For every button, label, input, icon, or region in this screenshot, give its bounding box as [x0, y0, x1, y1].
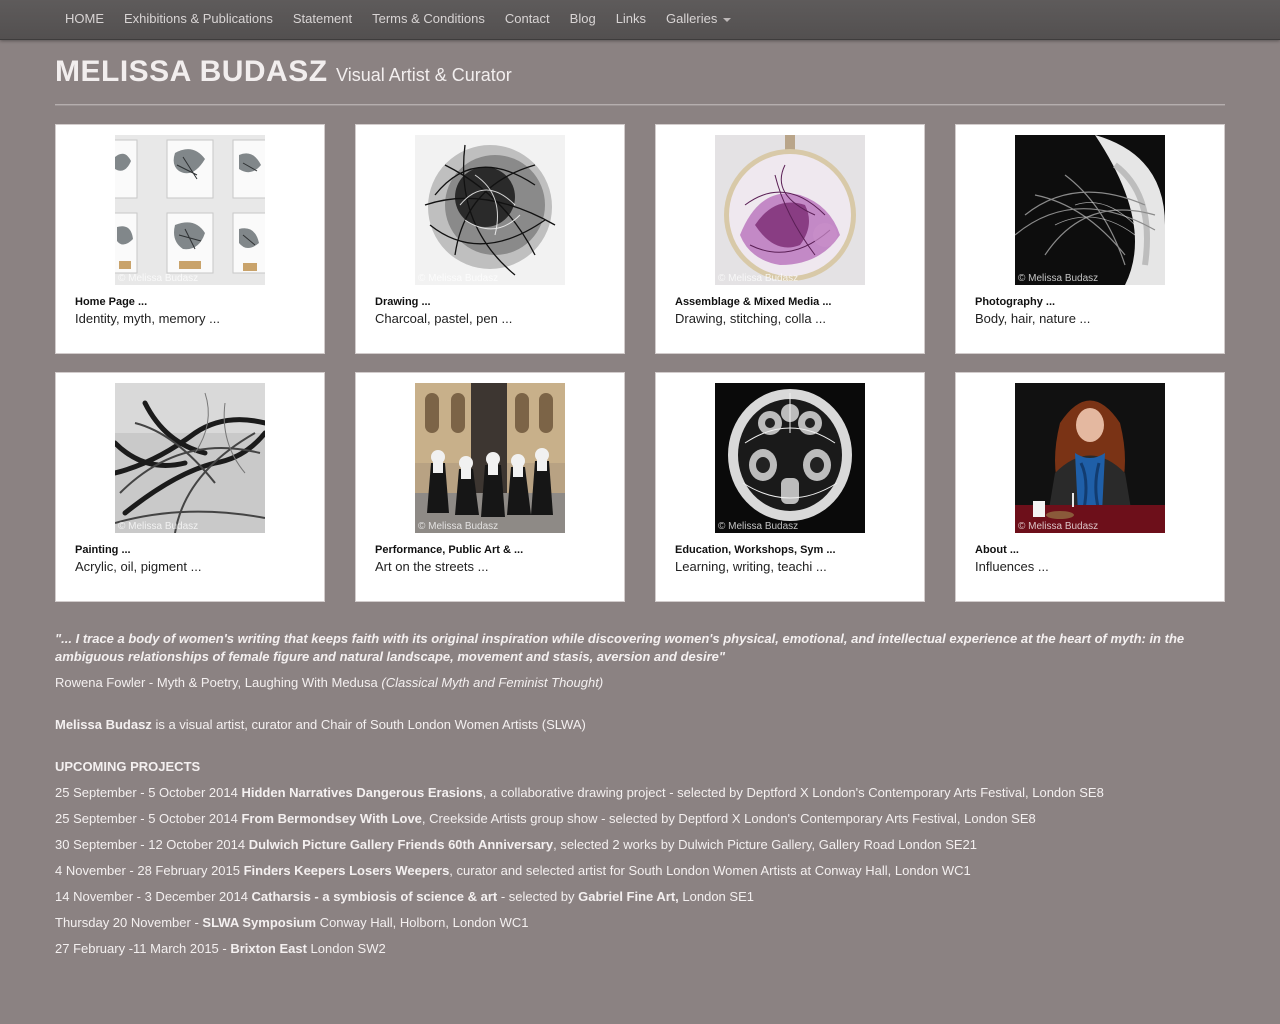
top-navbar: HOME Exhibitions & Publications Statemen…	[0, 0, 1280, 40]
site-name[interactable]: MELISSA BUDASZ	[55, 55, 328, 88]
card-subtitle: Influences ...	[975, 559, 1049, 574]
card-title[interactable]: Photography ...	[975, 296, 1055, 308]
nav-galleries-dropdown[interactable]: Galleries	[656, 0, 741, 40]
nav-menu: HOME Exhibitions & Publications Statemen…	[55, 0, 741, 40]
gallery-card-painting[interactable]: © Melissa Budasz Painting ... Acrylic, o…	[55, 372, 325, 602]
project-item: 14 November - 3 December 2014 Catharsis …	[55, 889, 1225, 904]
project-title: SLWA Symposium	[202, 915, 317, 930]
quote-attribution: Rowena Fowler - Myth & Poetry, Laughing …	[55, 675, 1225, 690]
project-detail: London SW2	[306, 941, 386, 956]
caret-down-icon	[723, 17, 732, 22]
nav-links[interactable]: Links	[606, 0, 656, 40]
project-title: Brixton East	[230, 941, 307, 956]
project-item: 25 September - 5 October 2014 Hidden Nar…	[55, 785, 1225, 800]
thumbnail-watermark: © Melissa Budasz	[1018, 273, 1099, 284]
nav-home[interactable]: HOME	[55, 0, 114, 40]
header-divider	[55, 104, 1225, 106]
project-detail: , a collaborative drawing project - sele…	[482, 785, 1104, 800]
card-title[interactable]: Education, Workshops, Sym ...	[675, 544, 836, 556]
nav-blog[interactable]: Blog	[560, 0, 606, 40]
card-subtitle: Identity, myth, memory ...	[75, 311, 220, 326]
thumbnail-watermark: © Melissa Budasz	[418, 273, 499, 284]
card-subtitle: Acrylic, oil, pigment ...	[75, 559, 202, 574]
project-title: Catharsis - a symbiosis of science & art	[251, 889, 498, 904]
gallery-card-drawing[interactable]: © Melissa Budasz Drawing ... Charcoal, p…	[355, 124, 625, 354]
thumbnail-image[interactable]: © Melissa Budasz	[415, 135, 565, 285]
nav-terms-conditions[interactable]: Terms & Conditions	[362, 0, 495, 40]
gallery-card-photography[interactable]: © Melissa Budasz Photography ... Body, h…	[955, 124, 1225, 354]
project-detail: , curator and selected artist for South …	[449, 863, 971, 878]
project-date: 30 September - 12 October 2014	[55, 837, 249, 852]
card-title[interactable]: Painting ...	[75, 544, 131, 556]
attribution-source: (Classical Myth and Feminist Thought)	[381, 675, 604, 690]
card-title[interactable]: Home Page ...	[75, 296, 147, 308]
thumbnail-image[interactable]: © Melissa Budasz	[115, 135, 265, 285]
site-tagline: Visual Artist & Curator	[336, 65, 512, 85]
project-item: 4 November - 28 February 2015 Finders Ke…	[55, 863, 1225, 878]
bio-name: Melissa Budasz	[55, 717, 152, 732]
attribution-text: Rowena Fowler - Myth & Poetry, Laughing …	[55, 675, 382, 690]
thumbnail-watermark: © Melissa Budasz	[118, 521, 199, 532]
gallery-card-education-workshops[interactable]: © Melissa Budasz Education, Workshops, S…	[655, 372, 925, 602]
thumbnail-watermark: © Melissa Budasz	[118, 273, 199, 284]
project-title: Finders Keepers Losers Weepers	[243, 863, 450, 878]
project-item: 30 September - 12 October 2014 Dulwich P…	[55, 837, 1225, 852]
gallery-card-assemblage-mixed-media[interactable]: © Melissa Budasz Assemblage & Mixed Medi…	[655, 124, 925, 354]
thumbnail-watermark: © Melissa Budasz	[718, 273, 799, 284]
bio-text: is a visual artist, curator and Chair of…	[151, 717, 586, 732]
card-title[interactable]: Performance, Public Art & ...	[375, 544, 523, 556]
gallery-card-about[interactable]: © Melissa Budasz About ... Influences ..…	[955, 372, 1225, 602]
project-item: Thursday 20 November - SLWA Symposium Co…	[55, 915, 1225, 930]
thumbnail-image[interactable]: © Melissa Budasz	[115, 383, 265, 533]
project-title: Dulwich Picture Gallery Friends 60th Ann…	[248, 837, 554, 852]
project-detail: Conway Hall, Holborn, London WC1	[316, 915, 529, 930]
project-detail: , selected 2 works by Dulwich Picture Ga…	[553, 837, 977, 852]
nav-exhibitions-publications[interactable]: Exhibitions & Publications	[114, 0, 283, 40]
thumbnail-watermark: © Melissa Budasz	[418, 521, 499, 532]
project-date: 4 November - 28 February 2015	[55, 863, 244, 878]
thumbnail-image[interactable]: © Melissa Budasz	[415, 383, 565, 533]
project-title: From Bermondsey With Love	[241, 811, 422, 826]
card-subtitle: Learning, writing, teachi ...	[675, 559, 827, 574]
thumbnail-image[interactable]: © Melissa Budasz	[715, 383, 865, 533]
featured-quote: "... I trace a body of women's writing t…	[55, 631, 1185, 664]
project-date: Thursday 20 November -	[55, 915, 203, 930]
thumbnail-image[interactable]: © Melissa Budasz	[1015, 383, 1165, 533]
gallery-card-performance-public-art[interactable]: © Melissa Budasz Performance, Public Art…	[355, 372, 625, 602]
project-gallery-name: Gabriel Fine Art,	[578, 889, 679, 904]
upcoming-projects-heading: UPCOMING PROJECTS	[55, 759, 201, 774]
site-header: MELISSA BUDASZ Visual Artist & Curator	[55, 55, 512, 89]
project-detail: , Creekside Artists group show - selecte…	[421, 811, 1036, 826]
gallery-grid: © Melissa Budasz Home Page ... Identity,…	[55, 124, 1225, 602]
card-subtitle: Drawing, stitching, colla ...	[675, 311, 827, 326]
thumbnail-watermark: © Melissa Budasz	[1018, 521, 1099, 532]
nav-galleries-label: Galleries	[666, 11, 718, 26]
project-item: 27 February -11 March 2015 - Brixton Eas…	[55, 941, 1225, 956]
project-date: 14 November - 3 December 2014	[55, 889, 252, 904]
card-subtitle: Art on the streets ...	[375, 559, 489, 574]
project-detail-location: London SE1	[678, 889, 754, 904]
project-item: 25 September - 5 October 2014 From Bermo…	[55, 811, 1225, 826]
thumbnail-image[interactable]: © Melissa Budasz	[1015, 135, 1165, 285]
nav-contact[interactable]: Contact	[495, 0, 560, 40]
card-title[interactable]: Drawing ...	[375, 296, 431, 308]
main-content: "... I trace a body of women's writing t…	[55, 630, 1225, 956]
nav-statement[interactable]: Statement	[283, 0, 362, 40]
card-subtitle: Body, hair, nature ...	[975, 311, 1091, 326]
thumbnail-image[interactable]: © Melissa Budasz	[715, 135, 865, 285]
card-title[interactable]: Assemblage & Mixed Media ...	[675, 296, 832, 308]
card-subtitle: Charcoal, pastel, pen ...	[375, 311, 513, 326]
project-detail: - selected by	[497, 889, 579, 904]
project-date: 25 September - 5 October 2014	[55, 785, 242, 800]
project-date: 25 September - 5 October 2014	[55, 811, 242, 826]
project-date: 27 February -11 March 2015 -	[55, 941, 231, 956]
artist-bio: Melissa Budasz is a visual artist, curat…	[55, 717, 1225, 732]
thumbnail-watermark: © Melissa Budasz	[718, 521, 799, 532]
gallery-card-home-page[interactable]: © Melissa Budasz Home Page ... Identity,…	[55, 124, 325, 354]
card-title[interactable]: About ...	[975, 544, 1019, 556]
project-title: Hidden Narratives Dangerous Erasions	[241, 785, 483, 800]
